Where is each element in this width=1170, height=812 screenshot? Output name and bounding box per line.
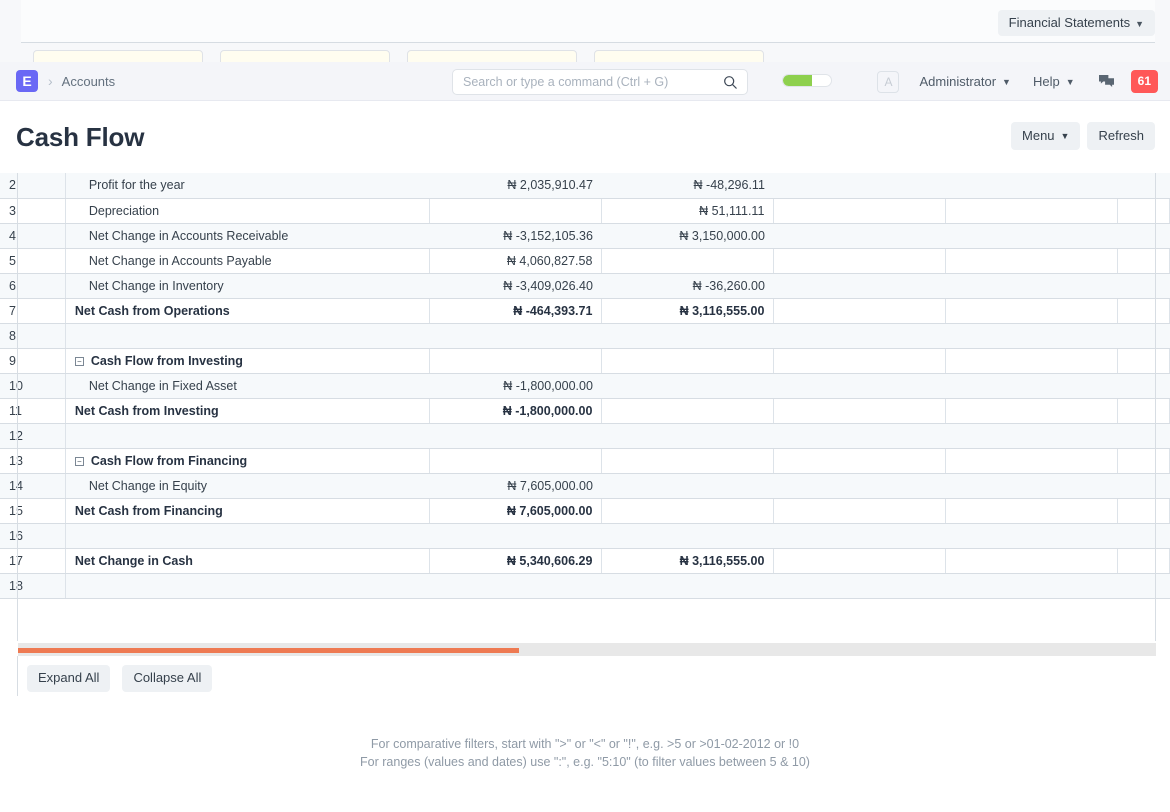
search-input[interactable]	[453, 70, 723, 94]
user-menu[interactable]: Administrator ▼	[908, 74, 1022, 89]
progress-bar[interactable]	[782, 74, 832, 87]
notification-badge[interactable]: 61	[1131, 70, 1158, 93]
report-selector-button[interactable]: Financial Statements ▼	[998, 10, 1155, 36]
filter-help-line-2: For ranges (values and dates) use ":", e…	[0, 754, 1170, 772]
menu-button[interactable]: Menu ▼	[1011, 122, 1080, 150]
help-menu[interactable]: Help ▼	[1022, 74, 1086, 89]
scrollbar-thumb[interactable]	[18, 648, 519, 653]
chevron-down-icon: ▼	[1061, 131, 1070, 141]
chevron-down-icon: ▼	[1135, 19, 1144, 29]
filter-help-text: For comparative filters, start with ">" …	[0, 736, 1170, 771]
page-actions: Menu ▼ Refresh	[1011, 122, 1155, 150]
navbar-right-group: A Administrator ▼ Help ▼ 61	[877, 62, 1158, 101]
grid-footer-actions: Expand All Collapse All	[27, 665, 212, 692]
expand-all-button[interactable]: Expand All	[27, 665, 110, 692]
chevron-down-icon: ▼	[1002, 77, 1011, 87]
app-logo[interactable]: E	[16, 70, 38, 92]
menu-button-label: Menu	[1022, 128, 1055, 143]
user-menu-label: Administrator	[919, 74, 996, 89]
progress-bar-fill	[783, 75, 812, 86]
chevron-down-icon: ▼	[1066, 77, 1075, 87]
report-filter-panel	[21, 0, 1155, 43]
grid-outline	[17, 173, 1156, 641]
help-menu-label: Help	[1033, 74, 1060, 89]
horizontal-scrollbar[interactable]	[18, 643, 1156, 656]
report-grid[interactable]: 2Profit for the year₦ 2,035,910.47₦ -48,…	[0, 173, 1170, 641]
page-title: Cash Flow	[16, 122, 144, 153]
chat-icon[interactable]	[1086, 74, 1127, 89]
search-icon[interactable]	[723, 75, 738, 90]
breadcrumb-accounts[interactable]: Accounts	[62, 74, 115, 89]
refresh-button[interactable]: Refresh	[1087, 122, 1155, 150]
search-box[interactable]	[452, 69, 748, 95]
background-report-strip: Financial Statements ▼	[0, 0, 1170, 64]
collapse-all-button[interactable]: Collapse All	[122, 665, 212, 692]
page-header: Cash Flow Menu ▼ Refresh	[0, 101, 1170, 173]
avatar[interactable]: A	[877, 71, 899, 93]
refresh-button-label: Refresh	[1098, 128, 1144, 143]
report-selector-label: Financial Statements	[1009, 15, 1130, 30]
navbar: E › Accounts A Administrator ▼ Help ▼ 61	[0, 62, 1170, 101]
grid-left-rule	[17, 656, 18, 696]
breadcrumb-separator-icon: ›	[48, 73, 53, 89]
filter-help-line-1: For comparative filters, start with ">" …	[0, 736, 1170, 754]
